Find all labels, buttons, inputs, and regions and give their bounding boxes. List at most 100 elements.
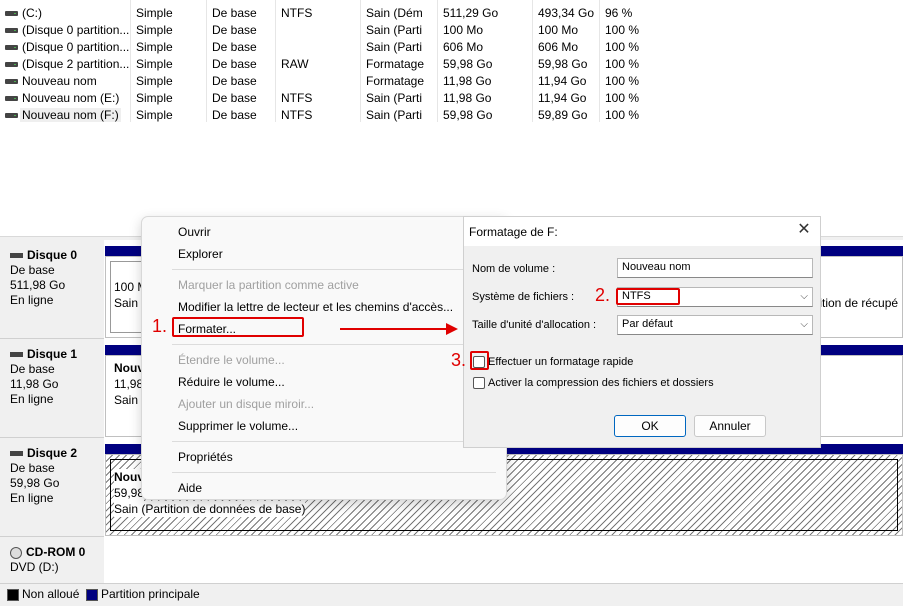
volume-capacity: 11,98 Go — [443, 74, 492, 88]
volume-type: De base — [212, 108, 257, 122]
disk-1-label[interactable]: Disque 1 De base 11,98 Go En ligne — [0, 339, 104, 438]
volume-free: 59,98 Go — [538, 57, 588, 71]
chevron-down-icon: ⌵ — [800, 319, 808, 330]
cdrom-label[interactable]: CD-ROM 0 DVD (D:) — [0, 537, 104, 583]
annotation-box-quick-format — [470, 351, 489, 370]
disk-icon — [10, 253, 23, 259]
disk-type: DVD (D:) — [10, 560, 59, 574]
legend-primary-swatch — [86, 589, 98, 601]
disk-name: Disque 0 — [27, 248, 78, 262]
volume-type: De base — [212, 91, 257, 105]
annotation-box-format — [172, 317, 304, 337]
volume-row[interactable]: (Disque 0 partition... Simple De base Sa… — [0, 39, 903, 56]
volume-pct: 96 % — [605, 6, 633, 20]
partition-text: Nouv — [114, 361, 144, 375]
volume-row[interactable]: Nouveau nom (E:) Simple De base NTFS Sai… — [0, 90, 903, 107]
disk-0-label[interactable]: Disque 0 De base 511,98 Go En ligne — [0, 240, 104, 339]
drive-icon — [5, 96, 18, 101]
dialog-title: Formatage de F: — [469, 225, 558, 239]
drive-icon — [5, 79, 18, 84]
disk-name: CD-ROM 0 — [26, 545, 86, 559]
drive-icon — [5, 113, 18, 118]
volume-layout: Simple — [136, 6, 173, 20]
volume-name: (C:) — [22, 6, 42, 20]
volume-fs: NTFS — [281, 6, 313, 20]
volume-status: Sain (Parti — [366, 108, 423, 122]
volume-name: (Disque 2 partition... — [22, 57, 130, 71]
volume-capacity: 11,98 Go — [443, 91, 492, 105]
close-icon[interactable]: ✕ — [794, 220, 814, 240]
annotation-step-3: 3. — [451, 350, 467, 370]
volume-row[interactable]: Nouveau nom Simple De base Formatage 11,… — [0, 73, 903, 90]
volume-capacity: 59,98 Go — [443, 108, 493, 122]
annotation-arrow — [340, 323, 458, 335]
volume-capacity: 59,98 Go — [443, 57, 493, 71]
volume-pct: 100 % — [605, 57, 640, 71]
alloc-label: Taille d'unité d'allocation : — [472, 319, 597, 331]
volume-type: De base — [212, 57, 257, 71]
menu-item-change-letter[interactable]: Modifier la lettre de lecteur et les che… — [178, 300, 453, 314]
legend: Non alloué Partition principale — [0, 583, 903, 606]
annotation-step-1: 1. — [152, 316, 168, 336]
volume-label-input[interactable]: Nouveau nom — [617, 258, 813, 278]
drive-icon — [5, 28, 18, 33]
volume-name: Nouveau nom — [22, 74, 97, 88]
volume-row[interactable]: (Disque 0 partition... Simple De base Sa… — [0, 22, 903, 39]
volume-layout: Simple — [136, 23, 173, 37]
volume-row[interactable]: (C:) Simple De base NTFS Sain (Dém 511,2… — [0, 5, 903, 22]
menu-item-help[interactable]: Aide — [178, 481, 202, 495]
legend-unallocated-label: Non alloué — [22, 587, 80, 601]
volume-pct: 100 % — [605, 40, 640, 54]
dialog-titlebar[interactable]: Formatage de F: ✕ — [464, 217, 820, 246]
legend-unallocated-swatch — [7, 589, 19, 601]
compression-label: Activer la compression des fichiers et d… — [488, 377, 714, 389]
disk-size: 11,98 Go — [10, 377, 59, 391]
volume-type: De base — [212, 23, 257, 37]
annotation-box-fs — [616, 288, 680, 305]
menu-item-shrink[interactable]: Réduire le volume... — [178, 375, 285, 389]
volume-type: De base — [212, 74, 257, 88]
disk-type: De base — [10, 263, 55, 277]
volume-free: 606 Mo — [538, 40, 579, 54]
volume-pct: 100 % — [605, 108, 640, 122]
menu-item-open[interactable]: Ouvrir — [178, 225, 211, 239]
disk-2-label[interactable]: Disque 2 De base 59,98 Go En ligne — [0, 438, 104, 537]
volume-type: De base — [212, 40, 257, 54]
ok-button[interactable]: OK — [614, 415, 686, 437]
volume-layout: Simple — [136, 91, 173, 105]
volume-row-selected[interactable]: Nouveau nom (F:) Simple De base NTFS Sai… — [0, 107, 903, 124]
compression-checkbox[interactable] — [473, 377, 485, 389]
volume-pct: 100 % — [605, 74, 640, 88]
cdrom-icon — [10, 546, 22, 559]
alloc-select[interactable]: Par défaut ⌵ — [617, 315, 813, 335]
disk-icon — [10, 352, 23, 358]
menu-separator — [172, 269, 496, 270]
disk-icon — [10, 451, 23, 457]
volume-layout: Simple — [136, 108, 173, 122]
volume-name: (Disque 0 partition... — [22, 23, 130, 37]
volume-fs: NTFS — [281, 91, 313, 105]
volume-row[interactable]: (Disque 2 partition... Simple De base RA… — [0, 56, 903, 73]
volume-status: Sain (Parti — [366, 23, 423, 37]
volume-capacity: 100 Mo — [443, 23, 484, 37]
disk-state: En ligne — [10, 491, 54, 505]
volume-label-value: Nouveau nom — [622, 261, 691, 273]
menu-item-delete[interactable]: Supprimer le volume... — [178, 419, 298, 433]
chevron-down-icon: ⌵ — [800, 291, 808, 302]
drive-icon — [5, 45, 18, 50]
cancel-button[interactable]: Annuler — [694, 415, 766, 437]
disk-name: Disque 1 — [27, 347, 78, 361]
disk-state: En ligne — [10, 392, 54, 406]
drive-icon — [5, 62, 18, 67]
disk-size: 59,98 Go — [10, 476, 60, 490]
menu-item-explore[interactable]: Explorer — [178, 247, 223, 261]
format-dialog: Formatage de F: ✕ Nom de volume : Nouvea… — [463, 216, 821, 448]
legend-primary-label: Partition principale — [101, 587, 200, 601]
volume-name: (Disque 0 partition... — [22, 40, 130, 54]
volume-layout: Simple — [136, 74, 173, 88]
menu-item-properties[interactable]: Propriétés — [178, 450, 233, 464]
menu-item-extend: Étendre le volume... — [178, 353, 285, 367]
disk-type: De base — [10, 461, 55, 475]
quick-format-label: Effectuer un formatage rapide — [488, 356, 634, 368]
volume-pct: 100 % — [605, 91, 640, 105]
